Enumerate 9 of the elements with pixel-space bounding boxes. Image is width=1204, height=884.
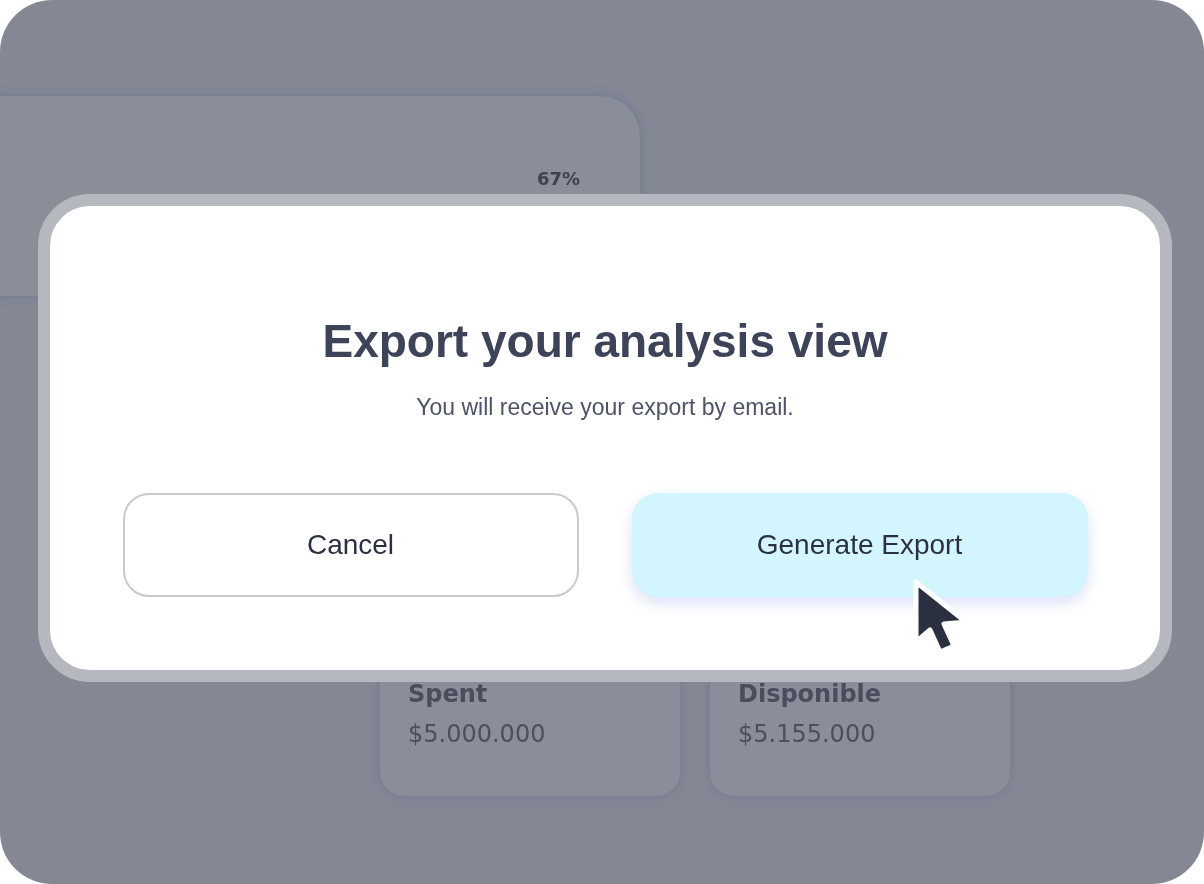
card-label: Disponible — [738, 680, 883, 708]
dialog-message: You will receive your export by email. — [416, 394, 794, 421]
progress-percentage: 67% — [536, 168, 580, 191]
card-amount: $5.155.000 — [738, 720, 877, 748]
cancel-button[interactable]: Cancel — [122, 493, 579, 597]
card-amount: $5.000.000 — [408, 720, 547, 748]
card-label: Spent — [408, 680, 489, 708]
dialog-title: Export your analysis view — [322, 314, 888, 368]
generate-export-button[interactable]: Generate Export — [631, 493, 1088, 597]
